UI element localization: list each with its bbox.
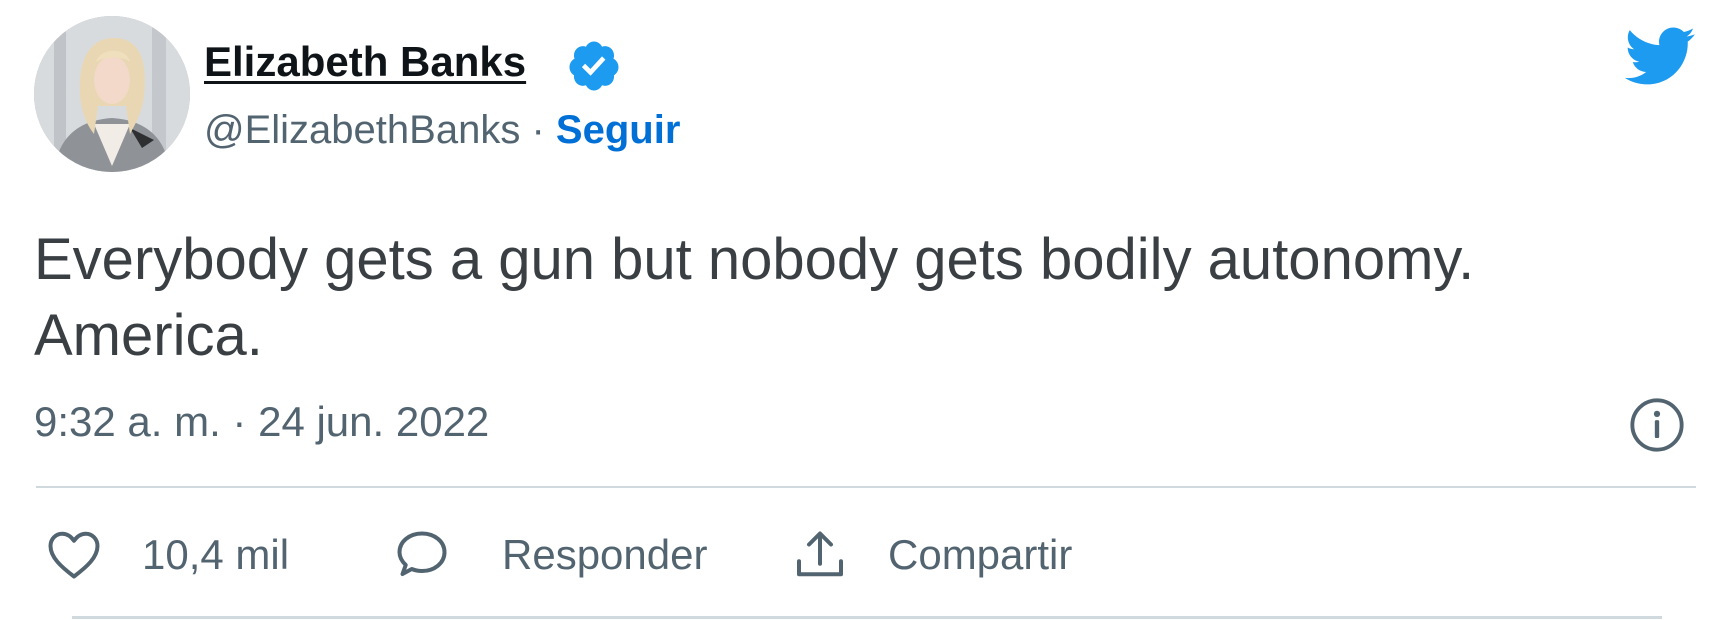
tweet-timestamp[interactable]: 9:32 a. m. · 24 jun. 2022 [34, 398, 489, 446]
separator-dot: · [531, 108, 545, 152]
tweet-text-line-1: Everybody gets a gun but nobody gets bod… [34, 227, 1475, 292]
handle-row: @ElizabethBanks · Seguir [204, 108, 680, 153]
avatar-image [34, 16, 190, 172]
author-name[interactable]: Elizabeth Banks [204, 38, 526, 86]
twitter-bird-icon[interactable] [1622, 24, 1696, 88]
follow-button[interactable]: Seguir [556, 108, 680, 152]
avatar[interactable] [34, 16, 190, 172]
author-handle[interactable]: @ElizabethBanks [204, 108, 520, 152]
reply-button[interactable]: Responder [392, 520, 707, 590]
like-count: 10,4 mil [142, 531, 290, 578]
heart-icon [48, 531, 100, 579]
tweet-card: Elizabeth Banks @ElizabethBanks · Seguir… [0, 0, 1725, 620]
tweet-text-line-2: America. [34, 303, 263, 368]
share-icon [797, 531, 843, 577]
share-button[interactable]: Compartir [790, 520, 1072, 590]
tweet-text: Everybody gets a gun but nobody gets bod… [34, 222, 1694, 374]
bottom-divider [72, 616, 1662, 619]
verified-badge-icon [569, 41, 619, 91]
info-icon[interactable] [1628, 396, 1686, 454]
like-button[interactable]: 10,4 mil [44, 520, 289, 590]
reply-label: Responder [502, 531, 708, 578]
divider [36, 486, 1696, 488]
comment-icon [397, 531, 447, 576]
share-label: Compartir [888, 531, 1073, 578]
